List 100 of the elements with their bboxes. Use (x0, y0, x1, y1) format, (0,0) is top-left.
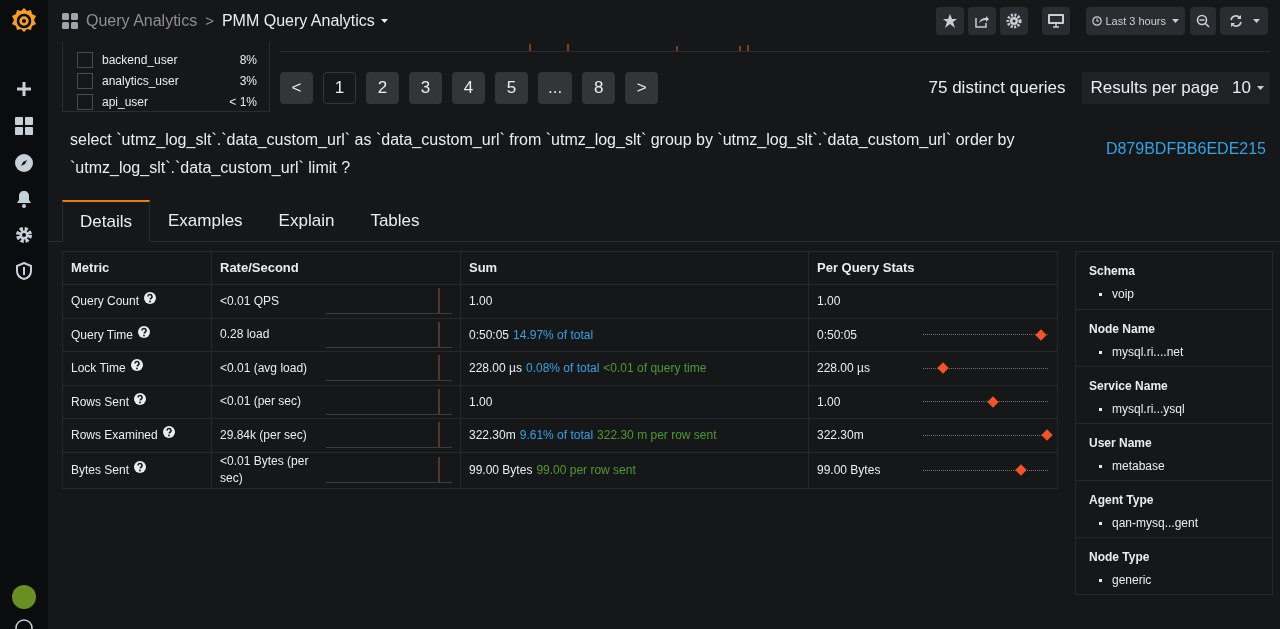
rate-value: <0.01 (per sec) (220, 393, 303, 411)
tv-mode-button[interactable] (1042, 7, 1071, 35)
info-heading: Schema (1089, 263, 1137, 280)
info-value: generic (1112, 572, 1152, 589)
metric-name: Query Count (71, 293, 140, 311)
info-heading: User Name (1089, 435, 1153, 452)
sum-value: 99.00 Bytes (469, 462, 533, 479)
tab[interactable]: Tables (352, 200, 438, 242)
page-button[interactable]: 8 (582, 72, 616, 104)
metric-name: Bytes Sent (71, 462, 130, 479)
page-button[interactable]: 2 (366, 72, 399, 104)
bullet-icon (1099, 350, 1102, 354)
checkbox[interactable] (77, 72, 93, 89)
refresh-button[interactable] (1220, 7, 1268, 35)
share-icon (975, 14, 990, 28)
caret-icon (1172, 19, 1179, 23)
per-query-value: 0:50:05 (817, 326, 859, 344)
settings-button[interactable] (1000, 7, 1029, 35)
info-value: metabase (1112, 458, 1165, 475)
avatar[interactable] (12, 585, 36, 609)
rate-value: <0.01 (avg load) (220, 359, 309, 377)
percent-of-total: 9.61% of total (519, 427, 594, 445)
clock-icon (1092, 16, 1103, 26)
monitor-icon (1048, 14, 1065, 28)
rate-value: <0.01 Bytes (per sec) (220, 453, 310, 487)
bullet-icon (1099, 292, 1102, 296)
column-header: Metric (62, 251, 212, 285)
tab[interactable]: Examples (149, 200, 261, 242)
sum-ratio: <0.01 of query time (603, 360, 707, 378)
info-value: qan-mysq...gent (1112, 515, 1199, 532)
checkbox[interactable] (77, 93, 93, 110)
filter-percent: 3% (239, 72, 257, 90)
info-value: mysql.ri...ysql (1112, 401, 1185, 418)
help-icon[interactable] (138, 325, 150, 338)
filter-percent: 8% (239, 51, 257, 69)
settings-icon[interactable] (15, 226, 33, 244)
sum-value: 322.30m (469, 427, 516, 445)
help-icon[interactable] (144, 292, 157, 305)
refresh-icon (1228, 14, 1243, 28)
help-icon[interactable] (162, 426, 175, 439)
per-query-value: 322.30m (817, 427, 865, 445)
percent-of-total: 0.08% of total (525, 360, 600, 378)
sum-value: 1.00 (469, 293, 493, 311)
results-per-page-select[interactable]: Results per page 10 (1081, 72, 1270, 104)
sum-value: 228.00 µs (469, 360, 522, 378)
zoom-out-button[interactable] (1190, 7, 1216, 35)
query-text: select `utmz_log_slt`.`data_custom_url` as `data_custom_url` from `utmz_log_slt` group by `utmz_log_slt`.`data_custom_url` order by `utmz_log_slt`.`data_custom_url` limit ? (70, 130, 1016, 178)
rate-value: <0.01 QPS (220, 292, 281, 310)
dashboard-title[interactable]: PMM Query Analytics (221, 9, 375, 33)
bullet-icon (1099, 464, 1102, 468)
shield-icon[interactable] (16, 262, 32, 280)
checkbox[interactable] (77, 51, 93, 68)
settings-icon (1006, 13, 1023, 29)
distinct-queries-count: 75 distinct queries (928, 77, 1066, 100)
tab[interactable]: Details (62, 200, 150, 242)
filter-label[interactable]: backend_user (102, 50, 240, 69)
help-icon[interactable] (15, 619, 33, 629)
bullet-icon (1099, 407, 1102, 411)
query-id-link[interactable]: D879BDFBB6EDE215 (1105, 137, 1266, 161)
help-icon[interactable] (134, 461, 147, 473)
time-range-button[interactable]: Last 3 hours (1086, 7, 1185, 35)
info-heading: Service Name (1089, 378, 1169, 395)
filter-label[interactable]: analytics_user (102, 71, 240, 90)
per-query-value: 1.00 (817, 393, 842, 411)
info-value: voip (1112, 286, 1134, 303)
page-button[interactable]: 5 (495, 72, 528, 104)
previous-page-button[interactable]: < (280, 72, 313, 104)
star-icon (943, 14, 958, 28)
caret-icon (1257, 86, 1264, 90)
help-icon[interactable] (134, 392, 147, 405)
share-button[interactable] (968, 7, 997, 35)
tab[interactable]: Explain (260, 200, 353, 242)
plus-icon[interactable] (15, 80, 33, 98)
rate-value: 0.28 load (220, 326, 271, 344)
help-icon[interactable] (130, 359, 143, 372)
page-button[interactable]: 1 (323, 72, 356, 104)
caret-icon (1252, 19, 1260, 23)
page-button[interactable]: 4 (452, 72, 485, 104)
sum-ratio: 322.30 m per row sent (597, 427, 717, 445)
compass-icon[interactable] (15, 154, 33, 172)
next-page-button[interactable]: > (625, 72, 659, 104)
column-header: Per Query Stats (808, 251, 1058, 285)
metric-name: Rows Examined (71, 427, 158, 445)
metric-name: Lock Time (71, 360, 126, 378)
caret-icon[interactable] (380, 19, 388, 23)
dashboards-icon[interactable] (15, 117, 33, 135)
info-heading: Node Name (1089, 321, 1157, 338)
star-button[interactable] (936, 7, 965, 35)
sum-value: 1.00 (469, 393, 493, 411)
column-header: Rate/Second (211, 251, 461, 285)
breadcrumb-link[interactable]: Query Analytics (86, 9, 198, 33)
filter-label[interactable]: api_user (102, 92, 230, 111)
page-button[interactable]: ... (538, 72, 573, 104)
bullet-icon (1099, 578, 1102, 582)
page-button[interactable]: 3 (409, 72, 442, 104)
bullet-icon (1099, 521, 1102, 525)
bell-icon[interactable] (15, 190, 33, 208)
zoom-out-icon (1196, 14, 1210, 28)
info-heading: Node Type (1089, 549, 1151, 566)
info-heading: Agent Type (1089, 492, 1155, 509)
